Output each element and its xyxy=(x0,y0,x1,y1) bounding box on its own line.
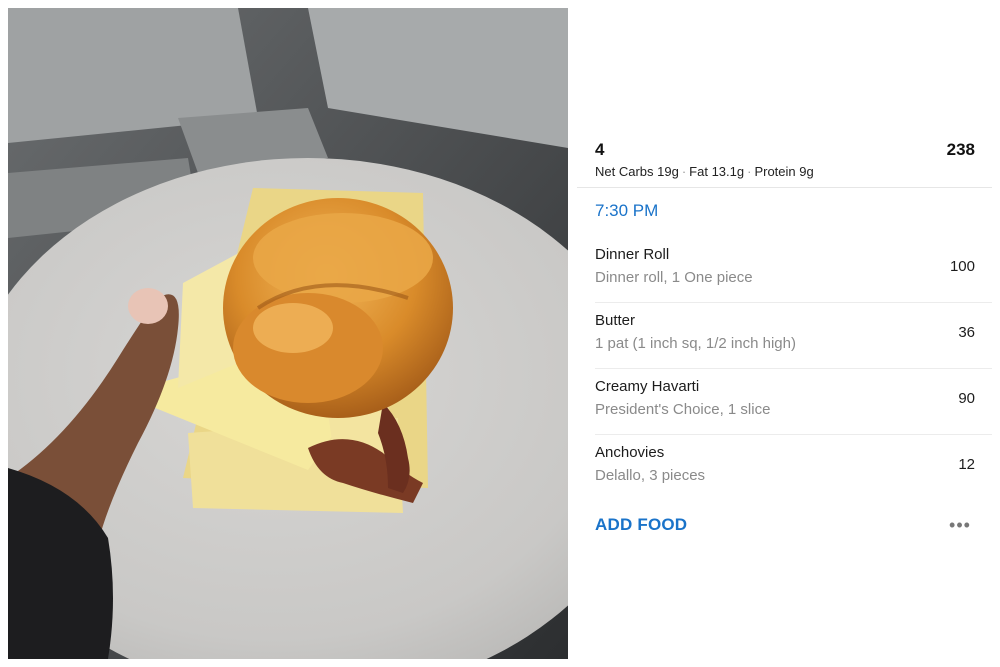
row-divider xyxy=(595,434,992,435)
net-carbs-label: Net Carbs 19g xyxy=(595,164,679,179)
food-calories: 36 xyxy=(958,324,975,341)
food-entry[interactable]: Creamy Havarti President's Choice, 1 sli… xyxy=(595,378,992,444)
food-entry[interactable]: Butter 1 pat (1 inch sq, 1/2 inch high) … xyxy=(595,312,992,378)
food-name: Butter xyxy=(595,312,636,329)
meal-total-calories: 238 xyxy=(946,140,975,159)
food-name: Anchovies xyxy=(595,444,665,461)
food-calories: 90 xyxy=(958,390,975,407)
food-description: President's Choice, 1 slice xyxy=(595,401,771,418)
food-calories: 12 xyxy=(958,456,975,473)
macro-separator: · xyxy=(747,164,752,179)
more-horizontal-icon[interactable]: ••• xyxy=(948,515,972,535)
meal-title: 4 xyxy=(595,140,605,159)
food-name: Creamy Havarti xyxy=(595,378,700,395)
row-divider xyxy=(595,368,992,369)
food-description: Delallo, 3 pieces xyxy=(595,467,706,484)
meal-photo xyxy=(8,8,568,659)
fat-label: Fat 13.1g xyxy=(689,164,745,179)
food-calories: 100 xyxy=(949,258,975,275)
food-description: 1 pat (1 inch sq, 1/2 inch high) xyxy=(595,335,796,352)
add-food-button[interactable]: ADD FOOD xyxy=(595,515,687,535)
header-divider xyxy=(577,187,992,188)
meal-time[interactable]: 7:30 PM xyxy=(595,201,658,221)
food-description: Dinner roll, 1 One piece xyxy=(595,269,753,286)
macro-separator: · xyxy=(681,164,687,179)
food-entry[interactable]: Dinner Roll Dinner roll, 1 One piece 100 xyxy=(595,246,992,312)
food-entry[interactable]: Anchovies Delallo, 3 pieces 12 xyxy=(595,444,975,510)
meal-diary-panel: 4 238 Net Carbs 19g · Fat 13.1g · Protein 9g… xyxy=(577,0,992,667)
row-divider xyxy=(595,302,992,303)
food-name: Dinner Roll xyxy=(595,246,670,263)
protein-label: Protein 9g xyxy=(754,164,814,179)
meal-macros: Net Carbs 19g · Fat 13.1g · Protein 9g xyxy=(595,164,814,179)
